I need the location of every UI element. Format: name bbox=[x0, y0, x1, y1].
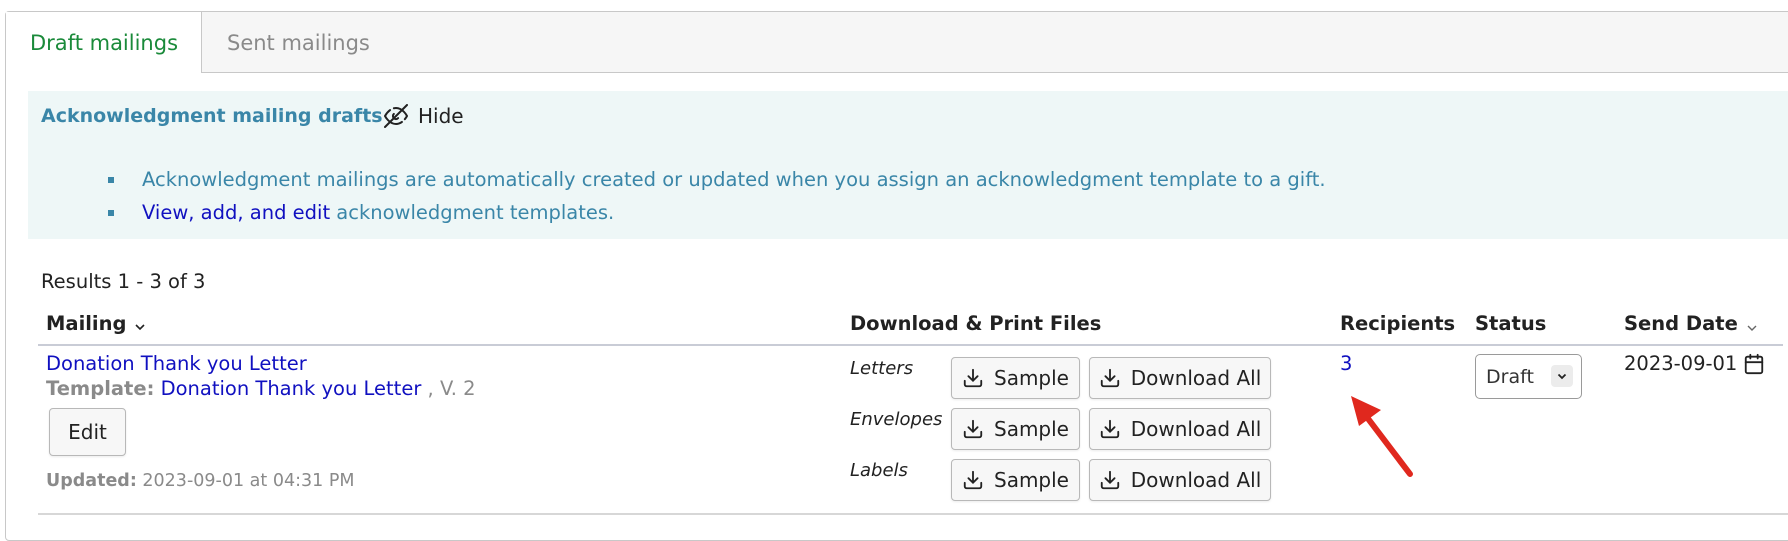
labels-sample-button[interactable]: Sample bbox=[951, 459, 1080, 501]
download-icon bbox=[963, 419, 983, 439]
sample-label: Sample bbox=[994, 417, 1069, 441]
template-info: Template: Donation Thank you Letter , V.… bbox=[46, 377, 476, 400]
info-panel: Acknowledgment mailing drafts Hide Ackno… bbox=[28, 91, 1788, 239]
mailing-name-link[interactable]: Donation Thank you Letter bbox=[46, 352, 307, 375]
send-date-value: 2023-09-01 bbox=[1624, 352, 1738, 375]
template-version: , V. 2 bbox=[421, 377, 476, 400]
letters-sample-button[interactable]: Sample bbox=[951, 357, 1080, 399]
hide-button[interactable]: Hide bbox=[384, 104, 464, 128]
updated-value: 2023-09-01 at 04:31 PM bbox=[136, 471, 355, 491]
edit-button[interactable]: Edit bbox=[49, 408, 126, 456]
download-icon bbox=[963, 470, 983, 490]
info-item-templates: View, add, and edit acknowledgment templ… bbox=[82, 196, 1326, 229]
column-header-mailing[interactable]: Mailing bbox=[46, 312, 146, 335]
file-type-letters: Letters bbox=[850, 358, 914, 379]
send-date: 2023-09-01 bbox=[1624, 352, 1765, 375]
mailing-tabs: Draft mailings Sent mailings bbox=[6, 12, 1788, 73]
info-item-text: acknowledgment templates. bbox=[330, 201, 615, 224]
info-item-text: Acknowledgment mailings are automaticall… bbox=[142, 168, 1326, 191]
download-icon bbox=[963, 368, 983, 388]
info-list: Acknowledgment mailings are automaticall… bbox=[82, 163, 1326, 229]
chevron-down-icon bbox=[1551, 365, 1573, 387]
recipients-count-link[interactable]: 3 bbox=[1340, 352, 1352, 375]
calendar-icon[interactable] bbox=[1743, 353, 1765, 375]
column-header-label: Mailing bbox=[46, 312, 127, 335]
status-select[interactable]: Draft bbox=[1475, 354, 1582, 399]
tab-sent-mailings[interactable]: Sent mailings bbox=[202, 12, 370, 73]
chevron-down-icon bbox=[1747, 325, 1757, 331]
template-label: Template: bbox=[46, 377, 155, 400]
download-icon bbox=[1100, 419, 1119, 439]
column-header-status: Status bbox=[1475, 312, 1546, 335]
tab-draft-mailings[interactable]: Draft mailings bbox=[6, 12, 202, 73]
envelopes-download-all-button[interactable]: Download All bbox=[1089, 408, 1271, 450]
file-type-envelopes: Envelopes bbox=[850, 409, 943, 430]
results-count: Results 1 - 3 of 3 bbox=[41, 270, 206, 293]
column-header-label: Download & Print Files bbox=[850, 312, 1102, 335]
envelopes-sample-button[interactable]: Sample bbox=[951, 408, 1080, 450]
header-divider bbox=[38, 344, 1783, 346]
column-header-files: Download & Print Files bbox=[850, 312, 1101, 335]
info-panel-title: Acknowledgment mailing drafts bbox=[41, 105, 383, 127]
eye-off-icon bbox=[384, 104, 408, 128]
status-value: Draft bbox=[1486, 365, 1534, 388]
file-type-labels: Labels bbox=[850, 460, 908, 481]
annotation-arrow-icon bbox=[1351, 396, 1413, 477]
sample-label: Sample bbox=[994, 366, 1069, 390]
download-all-label: Download All bbox=[1130, 366, 1262, 390]
column-header-label: Send Date bbox=[1624, 312, 1738, 335]
row-divider bbox=[38, 513, 1788, 515]
column-header-recipients: Recipients bbox=[1340, 312, 1455, 335]
templates-link[interactable]: View, add, and edit bbox=[142, 201, 330, 224]
info-item-auto-created: Acknowledgment mailings are automaticall… bbox=[82, 163, 1326, 196]
template-link[interactable]: Donation Thank you Letter bbox=[161, 377, 422, 400]
letters-download-all-button[interactable]: Download All bbox=[1089, 357, 1271, 399]
chevron-down-icon bbox=[135, 323, 146, 330]
download-icon bbox=[1100, 368, 1119, 388]
column-header-send-date[interactable]: Send Date bbox=[1624, 312, 1758, 335]
column-header-label: Status bbox=[1475, 312, 1547, 335]
hide-label: Hide bbox=[418, 104, 464, 128]
updated-label: Updated: bbox=[46, 471, 137, 491]
bullet-marker bbox=[108, 210, 114, 216]
sample-label: Sample bbox=[994, 468, 1069, 492]
edit-button-label: Edit bbox=[68, 420, 107, 444]
column-header-label: Recipients bbox=[1340, 312, 1456, 335]
download-all-label: Download All bbox=[1130, 417, 1262, 441]
labels-download-all-button[interactable]: Download All bbox=[1089, 459, 1271, 501]
bullet-marker bbox=[108, 177, 114, 183]
updated-info: Updated: 2023-09-01 at 04:31 PM bbox=[46, 471, 354, 491]
download-icon bbox=[1100, 470, 1119, 490]
download-all-label: Download All bbox=[1130, 468, 1262, 492]
